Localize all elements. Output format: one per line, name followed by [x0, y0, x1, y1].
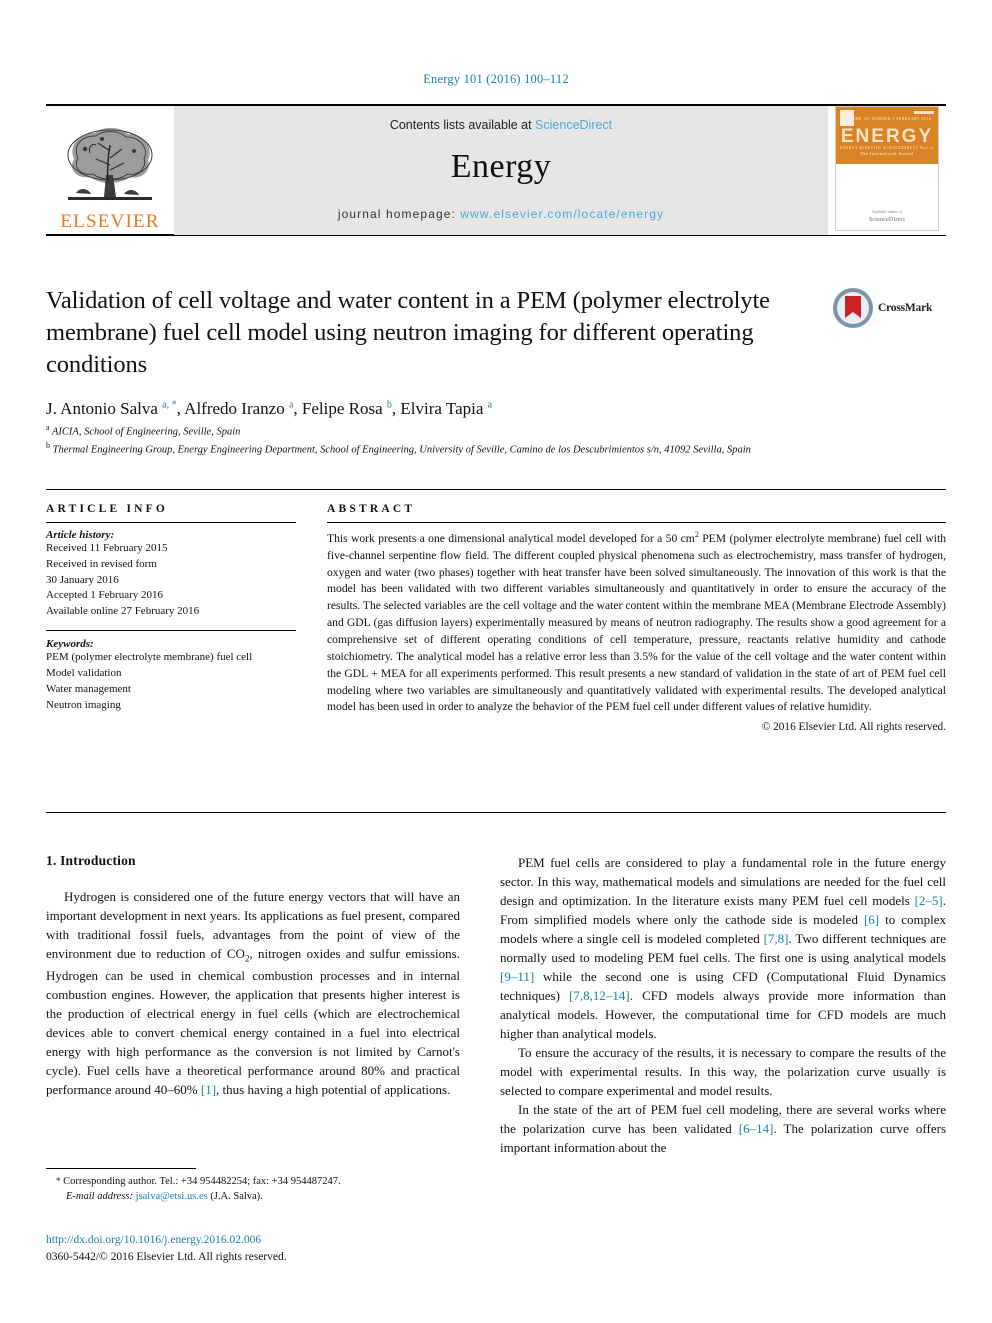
elsevier-logo: ELSEVIER — [46, 106, 174, 235]
cover-imprint-line: ENERGY ELSEVIER SCIENCEDIRECT Part of — [840, 146, 934, 150]
keyword-item: Model validation — [46, 666, 122, 679]
abstract-copyright: © 2016 Elsevier Ltd. All rights reserved… — [761, 721, 946, 734]
running-head: Energy 101 (2016) 100–112 — [423, 72, 569, 86]
body-column-right: PEM fuel cells are considered to play a … — [500, 853, 946, 1158]
crossmark-badge[interactable]: CrossMark — [832, 283, 944, 333]
footer-block: http://dx.doi.org/10.1016/j.energy.2016.… — [46, 1232, 546, 1265]
crossmark-label: CrossMark — [878, 302, 933, 314]
title-block: Validation of cell voltage and water con… — [46, 285, 836, 419]
elsevier-tree-icon — [67, 127, 153, 200]
corresponding-author-note: * Corresponding author. Tel.: +34 954482… — [46, 1174, 460, 1204]
keywords-separator — [46, 630, 296, 632]
body-paragraph: In the state of the art of PEM fuel cell… — [500, 1102, 946, 1156]
body-paragraph: To ensure the accuracy of the results, i… — [500, 1045, 946, 1099]
history-item: Received 11 February 2015 — [46, 542, 168, 554]
keyword-item: Water management — [46, 682, 131, 695]
abstract-text: This work presents a one dimensional ana… — [327, 530, 947, 714]
body-paragraph: PEM fuel cells are considered to play a … — [500, 855, 947, 1042]
issn-copyright-line: 0360-5442/© 2016 Elsevier Ltd. All right… — [46, 1250, 287, 1263]
article-history-label: Article history: — [46, 529, 115, 541]
keywords-list: PEM (polymer electrolyte membrane) fuel … — [46, 650, 296, 713]
journal-cover-thumbnail: VOLUME 101 NUMBER 1 FEBRUARY 2016 ENERGY… — [828, 106, 946, 235]
email-link[interactable]: jsalva@etsi.us.es — [136, 1191, 208, 1202]
history-item: Available online 27 February 2016 — [46, 605, 200, 618]
abstract-heading: ABSTRACT — [327, 503, 416, 515]
affiliation-b: b Thermal Engineering Group, Energy Engi… — [46, 441, 751, 456]
affiliation-a: a AICIA, School of Engineering, Seville,… — [46, 423, 241, 438]
keyword-item: PEM (polymer electrolyte membrane) fuel … — [46, 651, 253, 664]
article-info-heading: ARTICLE INFO — [46, 503, 169, 515]
info-rule-bottom — [46, 812, 946, 813]
keyword-item: Neutron imaging — [46, 698, 121, 711]
body-column-left: 1. Introduction Hydrogen is considered o… — [46, 853, 460, 1099]
cover-volume-line: VOLUME 101 NUMBER 1 FEBRUARY 2016 — [842, 117, 932, 121]
journal-title: Energy — [450, 148, 552, 185]
contents-available-line: Contents lists available at ScienceDirec… — [174, 118, 828, 132]
email-line: E-mail address: jsalva@etsi.us.es (J.A. … — [46, 1189, 460, 1204]
sciencedirect-link[interactable]: ScienceDirect — [535, 118, 612, 132]
email-owner: (J.A. Salva). — [210, 1191, 263, 1203]
masthead-center-panel: Contents lists available at ScienceDirec… — [174, 106, 828, 235]
elsevier-wordmark: ELSEVIER — [60, 211, 160, 232]
article-info-column: ARTICLE INFO Article history: Received 1… — [46, 503, 296, 713]
affiliation-list: a AICIA, School of Engineering, Seville,… — [46, 422, 876, 459]
contents-prefix: Contents lists available at — [389, 118, 536, 132]
cover-subtitle: The International Journal — [860, 151, 914, 156]
section-heading-introduction: 1. Introduction — [46, 853, 136, 868]
affiliation-a-text: AICIA, School of Engineering, Seville, S… — [52, 426, 241, 438]
email-label: E-mail address: — [66, 1191, 133, 1203]
homepage-prefix: journal homepage: — [337, 207, 461, 221]
journal-homepage-line: journal homepage: www.elsevier.com/locat… — [174, 207, 828, 221]
page-title: Validation of cell voltage and water con… — [46, 287, 770, 378]
paper-page: Energy 101 (2016) 100–112 ELSEVIER Conte… — [0, 0, 992, 1323]
cover-available-line: Available online at — [871, 209, 903, 214]
journal-homepage-link[interactable]: www.elsevier.com/locate/energy — [460, 207, 664, 221]
journal-masthead: ELSEVIER Contents lists available at Sci… — [46, 104, 946, 236]
footnote-rule — [46, 1168, 196, 1169]
crossmark-icon — [833, 288, 873, 328]
history-item: Accepted 1 February 2016 — [46, 589, 163, 602]
history-item: 30 January 2016 — [46, 573, 119, 586]
abstract-column: ABSTRACT This work presents a one dimens… — [327, 503, 946, 733]
info-rule-top — [46, 489, 946, 490]
affiliation-b-text: Thermal Engineering Group, Energy Engine… — [52, 444, 751, 456]
corresponding-author-line: * Corresponding author. Tel.: +34 954482… — [56, 1176, 341, 1187]
doi-link[interactable]: http://dx.doi.org/10.1016/j.energy.2016.… — [46, 1232, 546, 1249]
author-list: J. Antonio Salva a, *, Alfredo Iranzo a,… — [46, 398, 493, 418]
article-history-list: Received 11 February 2015 Received in re… — [46, 541, 296, 620]
history-item: Received in revised form — [46, 557, 157, 570]
body-paragraph: Hydrogen is considered one of the future… — [46, 889, 460, 1098]
cover-title: ENERGY — [840, 126, 934, 147]
keywords-label: Keywords: — [46, 638, 94, 651]
cover-sciencedirect-label: ScienceDirect — [868, 217, 906, 223]
